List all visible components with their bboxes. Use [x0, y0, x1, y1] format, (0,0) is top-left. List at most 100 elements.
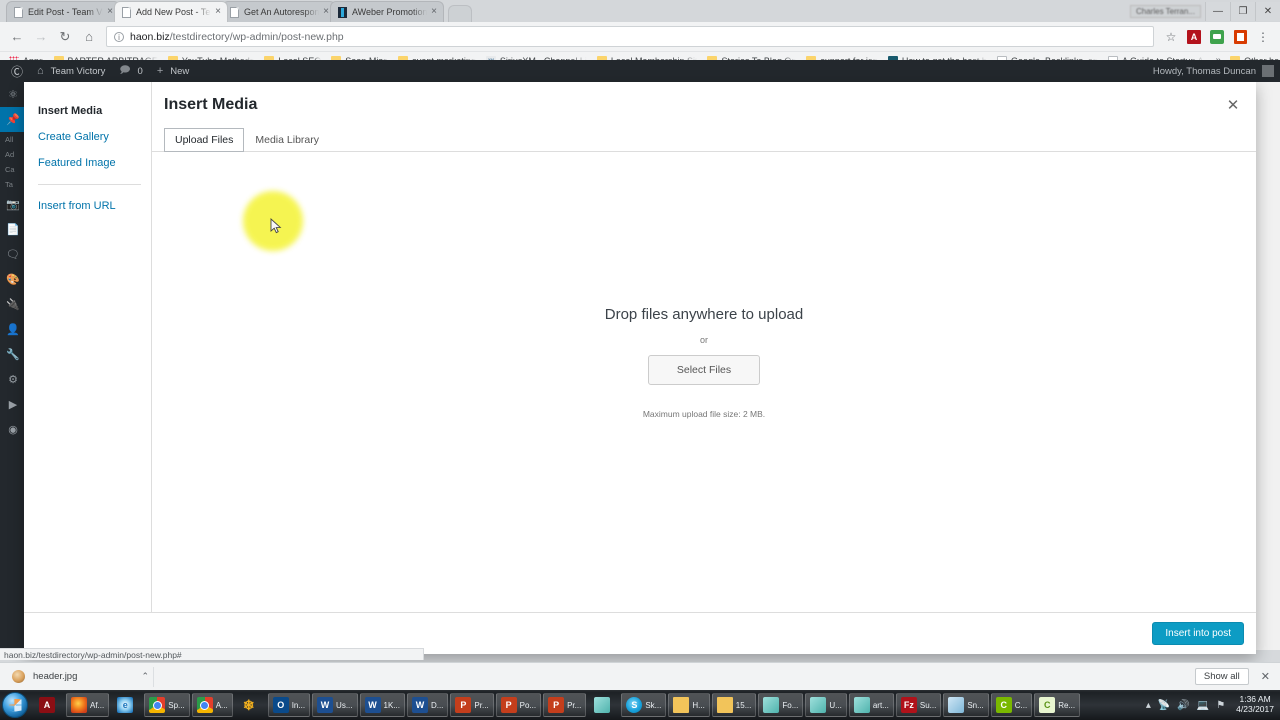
taskbar-item-word-2[interactable]: W 1K... — [359, 693, 405, 717]
url-path: /testdirectory/wp-admin/post-new.php — [169, 30, 344, 43]
taskbar-item-powerpoint-3[interactable]: P Pr... — [543, 693, 587, 717]
action-center-icon[interactable]: 💻 — [1197, 700, 1209, 711]
network-icon[interactable]: 📡 — [1158, 700, 1170, 711]
maximize-button[interactable]: ❐ — [1230, 1, 1255, 21]
comments-count-item[interactable]: 0 — [112, 63, 149, 80]
browser-tab-2[interactable]: Add New Post - Team Vi × — [114, 1, 228, 22]
taskbar-label: Sn... — [967, 700, 984, 710]
flag-icon[interactable]: ⚑ — [1216, 700, 1225, 711]
address-bar[interactable]: i haon.biz/testdirectory/wp-admin/post-n… — [106, 26, 1154, 47]
camtasia-icon: C — [995, 697, 1012, 713]
sidebar-item-extra[interactable]: ▶ — [0, 392, 26, 417]
upload-dropzone[interactable]: Drop files anywhere to upload or Select … — [152, 152, 1256, 612]
tray-expand-icon[interactable]: ▴ — [1146, 700, 1151, 711]
taskbar-label: Sk... — [645, 700, 662, 710]
sidebar-item-plugins[interactable]: 🔌 — [0, 292, 26, 317]
taskbar-item-explorer-3[interactable]: art... — [848, 693, 894, 717]
site-info-icon[interactable]: i — [114, 31, 124, 42]
sidebar-item-dashboard[interactable]: ⚛ — [0, 82, 26, 107]
tab-strip: Edit Post - Team Victory × Add New Post … — [0, 0, 1280, 22]
modal-menu-insert-media[interactable]: Insert Media — [32, 98, 151, 124]
sidebar-item-appearance[interactable]: 🎨 — [0, 267, 26, 292]
sidebar-sub-categories[interactable]: Ca — [0, 162, 26, 177]
taskbar-item-ie[interactable]: e — [111, 693, 142, 717]
taskbar-item-word-1[interactable]: W Us... — [312, 693, 358, 717]
taskbar-item-powerpoint-2[interactable]: P Po... — [495, 693, 542, 717]
modal-menu-featured-image[interactable]: Featured Image — [32, 150, 151, 176]
wordpress-logo-icon[interactable]: Ⓒ — [4, 63, 30, 80]
minimize-button[interactable]: — — [1205, 1, 1230, 21]
taskbar-label: Po... — [519, 700, 537, 710]
sidebar-item-pages[interactable]: 📄 — [0, 217, 26, 242]
taskbar-item-folder-1[interactable]: H... — [668, 693, 710, 717]
volume-icon[interactable]: 🔊 — [1177, 700, 1189, 711]
taskbar-item-camtasia-1[interactable]: C C... — [990, 693, 1033, 717]
taskbar-item-flower[interactable]: ❄ — [235, 693, 266, 717]
taskbar-item-folder-2[interactable]: 15... — [711, 693, 757, 717]
sidebar-item-posts[interactable]: 📌 — [0, 107, 26, 132]
new-tab-button[interactable] — [448, 5, 472, 22]
site-name-item[interactable]: Team Victory — [30, 65, 112, 77]
sidebar-item-settings[interactable]: ⚙ — [0, 367, 26, 392]
taskbar-item-filezilla[interactable]: Fz Su... — [895, 693, 942, 717]
tab-upload-files[interactable]: Upload Files — [164, 128, 245, 152]
clock[interactable]: 1:36 AM 4/23/2017 — [1232, 694, 1274, 715]
sidebar-item-comments[interactable]: 🗨 — [0, 242, 26, 267]
taskbar-item-word-3[interactable]: W D... — [406, 693, 449, 717]
download-shelf: header.jpg ⌃ Show all ✕ — [0, 662, 1280, 690]
office-extension-icon[interactable] — [1229, 26, 1251, 48]
tab-media-library[interactable]: Media Library — [244, 128, 330, 152]
browser-window: Edit Post - Team Victory × Add New Post … — [0, 0, 1280, 662]
chrome-menu-icon[interactable]: ⋮ — [1252, 26, 1274, 48]
browser-tab-3[interactable]: Get An Autoresponder - × — [222, 1, 336, 22]
close-icon[interactable]: × — [213, 7, 223, 17]
select-files-button[interactable]: Select Files — [647, 354, 761, 385]
taskbar-item-app[interactable] — [588, 693, 619, 717]
modal-tabs: Upload Files Media Library — [152, 128, 1256, 152]
profile-name[interactable]: Charles Terran... — [1130, 4, 1201, 18]
sidebar-item-users[interactable]: 👤 — [0, 317, 26, 342]
taskbar-item-camtasia-2[interactable]: C Re... — [1034, 693, 1081, 717]
sidebar-sub-tags[interactable]: Ta — [0, 177, 26, 192]
taskbar-item-snagit[interactable]: Sn... — [943, 693, 989, 717]
tab-title: Edit Post - Team Victory — [28, 7, 103, 17]
reload-icon[interactable]: ↻ — [54, 26, 76, 48]
close-window-button[interactable]: ✕ — [1255, 1, 1280, 21]
chevron-up-icon[interactable]: ⌃ — [129, 671, 149, 682]
taskbar-item-explorer-1[interactable]: Fo... — [758, 693, 804, 717]
download-item[interactable]: header.jpg ⌃ — [6, 666, 154, 687]
taskbar-item-acrobat[interactable]: A — [33, 693, 64, 717]
taskbar-item-powerpoint-1[interactable]: P Pr... — [450, 693, 494, 717]
taskbar-item-outlook[interactable]: O In... — [267, 693, 311, 717]
home-icon[interactable]: ⌂ — [78, 26, 100, 48]
show-all-downloads-button[interactable]: Show all — [1194, 668, 1249, 685]
taskbar-item-explorer-2[interactable]: U... — [805, 693, 847, 717]
taskbar-item-chrome-1[interactable]: Sp... — [144, 693, 190, 717]
back-icon[interactable]: ← — [6, 26, 28, 48]
modal-menu-create-gallery[interactable]: Create Gallery — [32, 124, 151, 150]
taskbar-label: Fo... — [782, 700, 799, 710]
close-icon[interactable]: ✕ — [1257, 670, 1274, 683]
sidebar-item-collapse[interactable]: ◉ — [0, 417, 26, 442]
browser-tab-1[interactable]: Edit Post - Team Victory × — [6, 1, 120, 22]
sidebar-sub-all[interactable]: All — [0, 132, 26, 147]
account-area[interactable]: Howdy, Thomas Duncan — [1153, 65, 1280, 77]
modal-menu-insert-from-url[interactable]: Insert from URL — [32, 193, 151, 219]
modal-header: Insert Media — [152, 82, 1256, 114]
explorer-icon — [763, 697, 780, 713]
start-button[interactable] — [2, 692, 28, 718]
forward-icon[interactable]: → — [30, 26, 52, 48]
sidebar-sub-add[interactable]: Ad — [0, 147, 26, 162]
taskbar-item-skype[interactable]: S Sk... — [621, 693, 667, 717]
green-extension-icon[interactable] — [1206, 26, 1228, 48]
bookmark-star-icon[interactable]: ☆ — [1160, 26, 1182, 48]
taskbar-item-firefox[interactable]: Af... — [66, 693, 110, 717]
browser-tab-4[interactable]: AWeber Promotional Vi × — [330, 1, 444, 22]
new-content-item[interactable]: New — [150, 65, 196, 77]
insert-into-post-button[interactable]: Insert into post — [1152, 622, 1244, 645]
taskbar-item-chrome-2[interactable]: A... — [191, 693, 233, 717]
acrobat-extension-icon[interactable]: A — [1183, 26, 1205, 48]
sidebar-item-tools[interactable]: 🔧 — [0, 342, 26, 367]
close-icon[interactable]: × — [429, 7, 439, 17]
sidebar-item-media[interactable]: 📷 — [0, 192, 26, 217]
